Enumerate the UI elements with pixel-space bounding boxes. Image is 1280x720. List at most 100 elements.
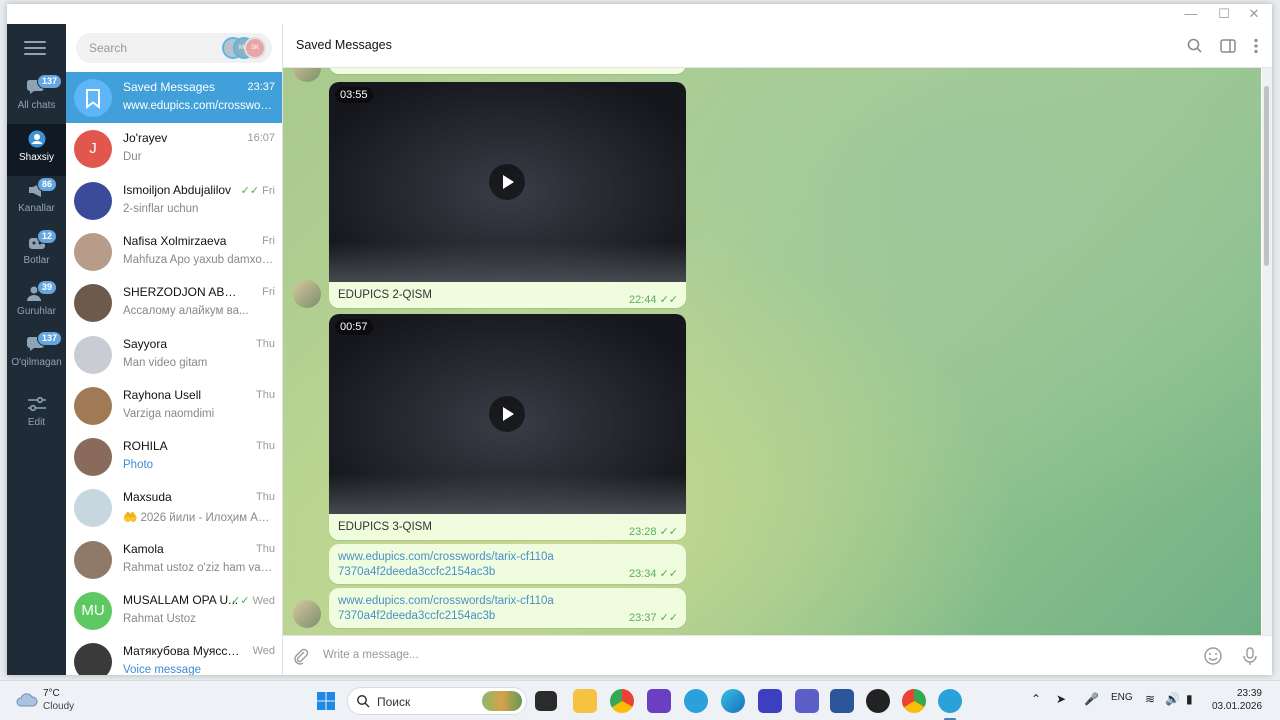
avatar[interactable] [293,600,321,628]
more-options-icon[interactable] [1246,36,1266,56]
close-button[interactable]: ✕ [1240,6,1268,22]
chat-name: Maxsuda [123,490,172,505]
double-check-icon: ✓✓ [659,294,678,306]
avatar [74,335,112,374]
folder-all-chats[interactable]: 137 All chats [7,72,66,124]
avatar [74,232,112,271]
emoji-icon[interactable] [1203,646,1223,666]
windows-start-icon[interactable] [314,689,338,713]
video-thumbnail[interactable]: 00:57 [329,314,686,514]
chat-list-item[interactable]: Kamola Thu Rahmat ustoz o'ziz ham va oi... [66,534,282,585]
wifi-icon[interactable]: ≋ [1145,692,1155,706]
language-indicator[interactable]: ENG [1111,692,1133,703]
maximize-button[interactable]: ☐ [1210,6,1238,22]
search-placeholder: Search [89,41,128,55]
message-link[interactable]: www.edupics.com/crosswords/tarix-cf110a7… [338,550,558,580]
chat-time-text: Thu [256,542,275,555]
stories-strip[interactable]: MM SK [222,37,266,59]
chat-name: Jo'rayev [123,131,168,146]
chrome-icon[interactable] [610,689,634,713]
chat-time-text: Fri [262,184,275,197]
search-input[interactable]: Search MM SK [76,33,272,63]
search-icon[interactable] [1185,36,1205,56]
chat-preview: Rahmat Ustoz [123,613,196,625]
link-message[interactable]: www.edupics.com/crosswords/tarix-cf110a7… [329,544,686,584]
chat-list-item[interactable]: Матякубова Муяссар... Wed Voice message [66,636,282,675]
clock-date: 03.01.2026 [1212,701,1263,712]
chat-list-item[interactable]: SHERZODJON ABDUSAT... Fri Ассалому алайкум… [66,277,282,328]
chat-preview: Man video gitam [123,356,208,369]
video-message[interactable]: 03:55 EDUPICS 2-QISM 22:44 ✓✓ [329,82,686,308]
story-avatar[interactable]: SK [244,37,266,59]
chat-list-item[interactable]: Saved Messages 23:37 www.edupics.com/cross… [66,72,282,123]
message-time: 23:37 ✓✓ [628,612,678,624]
chat-title[interactable]: Saved Messages [296,38,392,52]
taskbar-search[interactable]: Поиск [347,687,527,715]
message-area[interactable]: 03:55 EDUPICS 2-QISM 22:44 ✓✓ 00:57 EDUP… [283,68,1261,635]
chat-list-item[interactable]: MU MUSALLAM OPA U... ✓✓ Wed Rahmat Ustoz [66,585,282,636]
chat-name: Nafisa Xolmirzaeva [123,233,227,248]
person-icon [26,130,48,148]
avatar: J [74,130,112,169]
link-message[interactable]: www.edupics.com/crosswords/tarix-cf110a7… [329,588,686,628]
edge-icon[interactable] [721,689,745,713]
double-check-icon: ✓✓ [659,568,678,580]
chat-list-item[interactable]: ROHILA Thu Photo [66,431,282,482]
chat-time: 16:07 [247,132,275,144]
task-view-icon[interactable] [535,691,557,711]
microphone-tray-icon[interactable]: 🎤 [1084,692,1099,706]
chat-list-item[interactable]: Ismoiljon Abdujalilov ✓✓ Fri 2-sinflar uch… [66,175,282,226]
play-icon[interactable] [489,164,525,200]
video-thumbnail[interactable]: 03:55 [329,82,686,282]
file-explorer-icon[interactable] [573,689,597,713]
microphone-icon[interactable] [1240,646,1260,666]
cloud-icon [16,693,38,707]
folder-label: All chats [17,100,56,111]
chat-time: Thu [256,338,275,350]
folder-kanallar[interactable]: 86 Kanallar [7,175,66,227]
video-message[interactable]: 00:57 EDUPICS 3-QISM 23:28 ✓✓ [329,314,686,540]
play-icon[interactable] [489,396,525,432]
chat-time-text: Wed [252,595,275,607]
word-icon[interactable] [830,689,854,713]
search-highlight-icon [482,691,522,711]
battery-icon[interactable]: ▮ [1186,692,1193,706]
avatar[interactable] [293,280,321,308]
message-link[interactable]: www.edupics.com/crosswords/tarix-cf110a7… [338,594,558,624]
telegram-icon[interactable] [684,689,708,713]
telegram-active-icon[interactable] [938,689,962,713]
volume-icon[interactable]: 🔊 [1165,692,1180,706]
chat-list-item[interactable]: Maxsuda Thu 🤲 2026 йили - Илоҳим Алл... [66,482,282,533]
sidebar-toggle-icon[interactable] [1218,36,1238,56]
telegram-tray-icon[interactable]: ➤ [1056,692,1066,706]
clock[interactable]: 23:39 03.01.2026 [1212,687,1262,713]
chat-preview: Rahmat ustoz o'ziz ham va oi... [123,561,275,574]
chrome-profile-icon[interactable] [902,689,926,713]
folder-guruhlar[interactable]: 39 Guruhlar [7,278,66,330]
folder-o-qilmagan[interactable]: 137 O'qilmagan [7,329,66,381]
chat-time: 23:37 [247,81,275,93]
chat-list-item[interactable]: Nafisa Xolmirzaeva Fri Mahfuza Apo yaxub d… [66,226,282,277]
app-icon[interactable] [866,689,890,713]
folder-botlar[interactable]: 12 Botlar [7,227,66,279]
message-time: 23:34 ✓✓ [628,568,678,580]
folder-shaxsiy[interactable]: Shaxsiy [7,124,66,176]
snipping-tool-icon[interactable] [647,689,671,713]
chat-list-item[interactable]: Rayhona Usell Thu Varziga naomdimi [66,380,282,431]
avatar[interactable] [293,68,321,82]
chevron-up-icon[interactable]: ⌃ [1031,692,1041,706]
folder-edit[interactable]: Edit [7,389,66,441]
calendar-app-icon[interactable] [758,689,782,713]
folder-label: Kanallar [18,203,55,214]
scrollbar[interactable] [1262,68,1272,635]
video-caption: EDUPICS 3-QISM [338,521,432,533]
attach-icon[interactable] [291,646,311,666]
message-input[interactable]: Write a message... [323,649,419,661]
chat-list-item[interactable]: Sayyora Thu Man video gitam [66,329,282,380]
weather-widget[interactable]: 7°C Cloudy [16,687,96,715]
chat-name: MUSALLAM OPA U... [123,593,239,607]
teams-icon[interactable] [795,689,819,713]
menu-icon[interactable] [24,41,46,57]
minimize-button[interactable]: — [1177,6,1205,21]
chat-list-item[interactable]: J Jo'rayev 16:07 Dur [66,123,282,174]
